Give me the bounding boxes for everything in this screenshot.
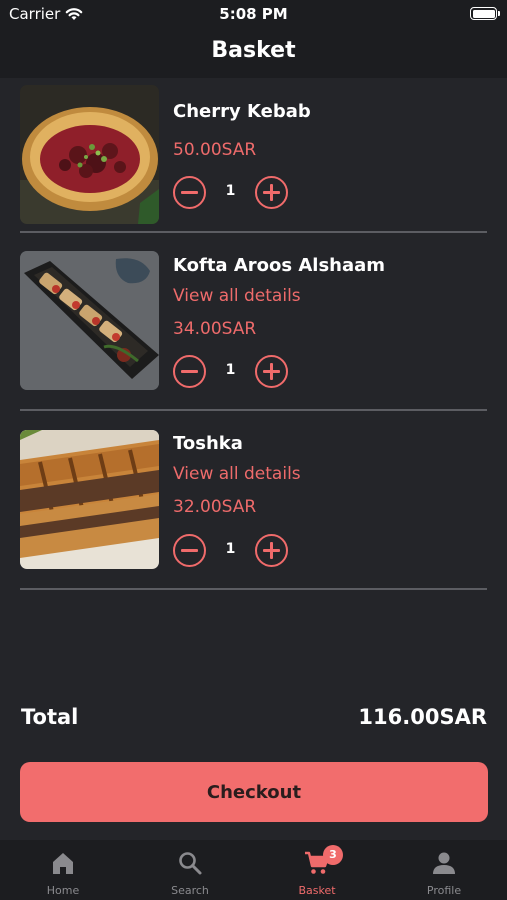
tab-label: Profile bbox=[426, 884, 462, 897]
item-image bbox=[20, 430, 159, 569]
person-icon bbox=[433, 852, 455, 874]
minus-icon bbox=[181, 191, 198, 194]
tab-profile[interactable]: Profile bbox=[381, 840, 507, 900]
item-name: Toshka bbox=[173, 433, 243, 454]
view-details-link[interactable]: View all details bbox=[173, 464, 301, 484]
quantity-value: 1 bbox=[225, 362, 236, 378]
item-name: Kofta Aroos Alshaam bbox=[173, 255, 386, 276]
quantity-value: 1 bbox=[225, 183, 236, 199]
search-icon bbox=[179, 852, 202, 875]
nav-bar: Basket bbox=[0, 28, 507, 78]
divider bbox=[20, 409, 487, 411]
quantity-stepper: 1 bbox=[173, 534, 288, 568]
increase-quantity-button[interactable] bbox=[255, 355, 288, 388]
tab-home[interactable]: Home bbox=[0, 840, 126, 900]
tab-label: Basket bbox=[298, 884, 336, 897]
decrease-quantity-button[interactable] bbox=[173, 355, 206, 388]
decrease-quantity-button[interactable] bbox=[173, 534, 206, 567]
item-name: Cherry Kebab bbox=[173, 101, 311, 122]
total-value: 116.00SAR bbox=[358, 705, 487, 729]
status-bar: Carrier 5:08 PM bbox=[0, 0, 507, 28]
minus-icon bbox=[181, 549, 198, 552]
quantity-value: 1 bbox=[225, 541, 236, 557]
minus-icon bbox=[181, 370, 198, 373]
home-icon bbox=[53, 853, 73, 874]
increase-quantity-button[interactable] bbox=[255, 176, 288, 209]
item-image bbox=[20, 85, 159, 224]
tab-search[interactable]: Search bbox=[127, 840, 253, 900]
page-title: Basket bbox=[211, 38, 296, 63]
item-price: 32.00SAR bbox=[173, 497, 257, 517]
basket-item-cherry-kebab: Cherry Kebab 50.00SAR 1 bbox=[20, 85, 487, 225]
view-details-link[interactable]: View all details bbox=[173, 286, 301, 306]
quantity-stepper: 1 bbox=[173, 176, 288, 210]
item-price: 50.00SAR bbox=[173, 140, 257, 160]
basket-item-kofta: Kofta Aroos Alshaam View all details 34.… bbox=[20, 251, 487, 391]
basket-item-toshka: Toshka View all details 32.00SAR 1 bbox=[20, 430, 487, 570]
item-price: 34.00SAR bbox=[173, 319, 257, 339]
battery-icon bbox=[470, 7, 500, 20]
tab-bar: Home Search 3 Basket Profile bbox=[0, 840, 507, 900]
divider bbox=[20, 588, 487, 590]
divider bbox=[20, 231, 487, 233]
increase-quantity-button[interactable] bbox=[255, 534, 288, 567]
quantity-stepper: 1 bbox=[173, 355, 288, 389]
item-image bbox=[20, 251, 159, 390]
tab-label: Home bbox=[46, 884, 80, 897]
checkout-button[interactable]: Checkout bbox=[20, 762, 488, 822]
tab-basket[interactable]: 3 Basket bbox=[254, 840, 380, 900]
cart-count-badge: 3 bbox=[323, 845, 343, 865]
total-label: Total bbox=[21, 705, 79, 729]
decrease-quantity-button[interactable] bbox=[173, 176, 206, 209]
status-time: 5:08 PM bbox=[219, 5, 288, 23]
tab-label: Search bbox=[171, 884, 209, 897]
